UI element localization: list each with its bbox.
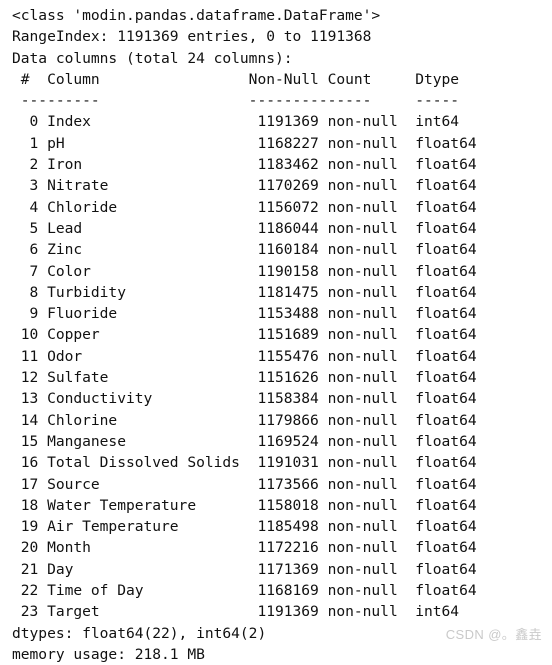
table-row: 17 Source 1173566 non-null float64	[12, 475, 477, 493]
table-row: 4 Chloride 1156072 non-null float64	[12, 198, 477, 216]
table-row: 1 pH 1168227 non-null float64	[12, 134, 477, 152]
table-row: 7 Color 1190158 non-null float64	[12, 262, 477, 280]
data-columns-line: Data columns (total 24 columns):	[12, 49, 293, 67]
table-row: 0 Index 1191369 non-null int64	[12, 113, 460, 131]
memory-usage-line: memory usage: 218.1 MB	[12, 645, 205, 663]
table-row: 14 Chlorine 1179866 non-null float64	[12, 411, 477, 429]
range-index-line: RangeIndex: 1191369 entries, 0 to 119136…	[12, 28, 372, 46]
table-row: 10 Copper 1151689 non-null float64	[12, 326, 477, 344]
table-row: 19 Air Temperature 1185498 non-null floa…	[12, 518, 477, 536]
table-row: 16 Total Dissolved Solids 1191031 non-nu…	[12, 454, 477, 472]
table-body: 0 Index 1191369 non-null int64 1 pH 1168…	[12, 111, 552, 622]
class-line: <class 'modin.pandas.dataframe.DataFrame…	[12, 7, 381, 24]
table-row: 12 Sulfate 1151626 non-null float64	[12, 369, 477, 387]
table-row: 18 Water Temperature 1158018 non-null fl…	[12, 496, 477, 514]
table-row: 20 Month 1172216 non-null float64	[12, 539, 477, 557]
table-row: 8 Turbidity 1181475 non-null float64	[12, 283, 477, 301]
dataframe-info-output: <class 'modin.pandas.dataframe.DataFrame…	[0, 0, 552, 665]
table-header-row: # Column Non-Null Count Dtype	[12, 70, 460, 88]
table-row: 13 Conductivity 1158384 non-null float64	[12, 390, 477, 408]
table-row: 23 Target 1191369 non-null int64	[12, 603, 460, 621]
table-row: 22 Time of Day 1168169 non-null float64	[12, 582, 477, 600]
table-row: 9 Fluoride 1153488 non-null float64	[12, 305, 477, 323]
table-row: 21 Day 1171369 non-null float64	[12, 560, 477, 578]
table-row: 3 Nitrate 1170269 non-null float64	[12, 177, 477, 195]
table-row: 15 Manganese 1169524 non-null float64	[12, 432, 477, 450]
table-separator-row: --------- -------------- -----	[12, 92, 460, 110]
table-row: 6 Zinc 1160184 non-null float64	[12, 241, 477, 259]
table-row: 5 Lead 1186044 non-null float64	[12, 219, 477, 237]
table-row: 11 Odor 1155476 non-null float64	[12, 347, 477, 365]
table-row: 2 Iron 1183462 non-null float64	[12, 156, 477, 174]
csdn-watermark: CSDN @。鑫垚	[445, 627, 542, 642]
